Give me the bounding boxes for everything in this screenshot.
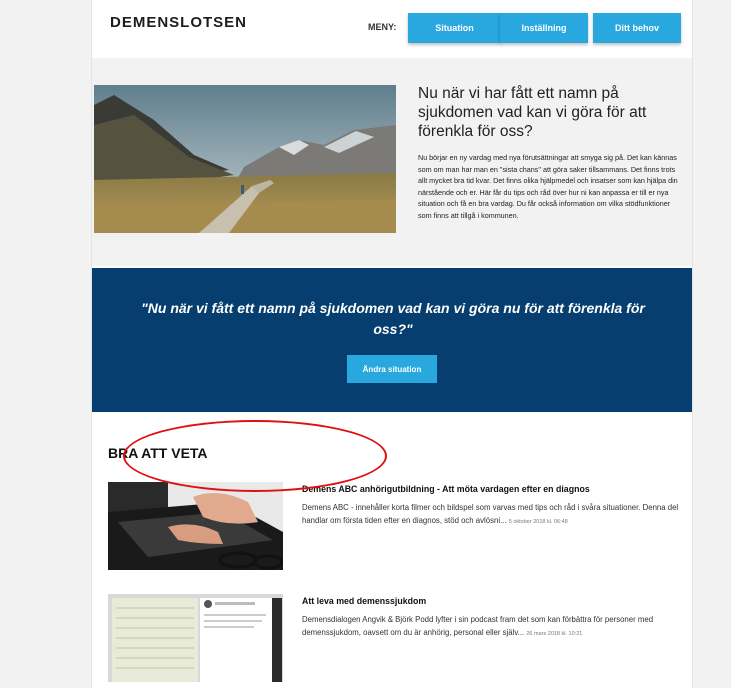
laptop-typing-image[interactable]	[108, 482, 283, 570]
intro-section: Nu när vi har fått ett namn på sjukdomen…	[92, 58, 692, 266]
article-excerpt-text: Demensdialogen Angvik & Björk Podd lyfte…	[302, 615, 654, 637]
podcast-screenshot-image[interactable]	[108, 594, 283, 682]
nav-button-situation[interactable]: Situation	[408, 13, 501, 43]
article-date: 26 mars 2018 kl. 10:21	[526, 631, 583, 637]
banner-quote: "Nu när vi fått ett namn på sjukdomen va…	[141, 300, 645, 337]
article-excerpt-text: Demens ABC - innehåller korta filmer och…	[302, 503, 679, 525]
article-date: 5 oktober 2018 kl. 06:48	[508, 519, 568, 525]
intro-text: Nu börjar en ny vardag med nya förutsätt…	[418, 153, 678, 220]
menu-label: MENY:	[368, 22, 397, 32]
nav-button-installning[interactable]: Inställning	[500, 13, 588, 43]
page: DEMENSLOTSEN MENY: Situation Inställning…	[91, 0, 693, 688]
change-situation-button[interactable]: Ändra situation	[347, 355, 437, 383]
mountain-path-image	[94, 85, 396, 233]
annotation-ellipse	[123, 420, 387, 492]
article-excerpt: Demensdialogen Angvik & Björk Podd lyfte…	[302, 613, 687, 641]
quote-banner: "Nu när vi fått ett namn på sjukdomen va…	[92, 268, 692, 412]
article-excerpt: Demens ABC - innehåller korta filmer och…	[302, 501, 687, 529]
site-logo[interactable]: DEMENSLOTSEN	[110, 14, 247, 31]
site-header: DEMENSLOTSEN MENY: Situation Inställning…	[92, 0, 692, 56]
article-title[interactable]: Demens ABC anhörigutbildning - Att möta …	[302, 484, 687, 494]
intro-title: Nu när vi har fått ett namn på sjukdomen…	[418, 85, 647, 140]
nav-button-ditt-behov[interactable]: Ditt behov	[593, 13, 681, 43]
article-title[interactable]: Att leva med demenssjukdom	[302, 596, 687, 606]
